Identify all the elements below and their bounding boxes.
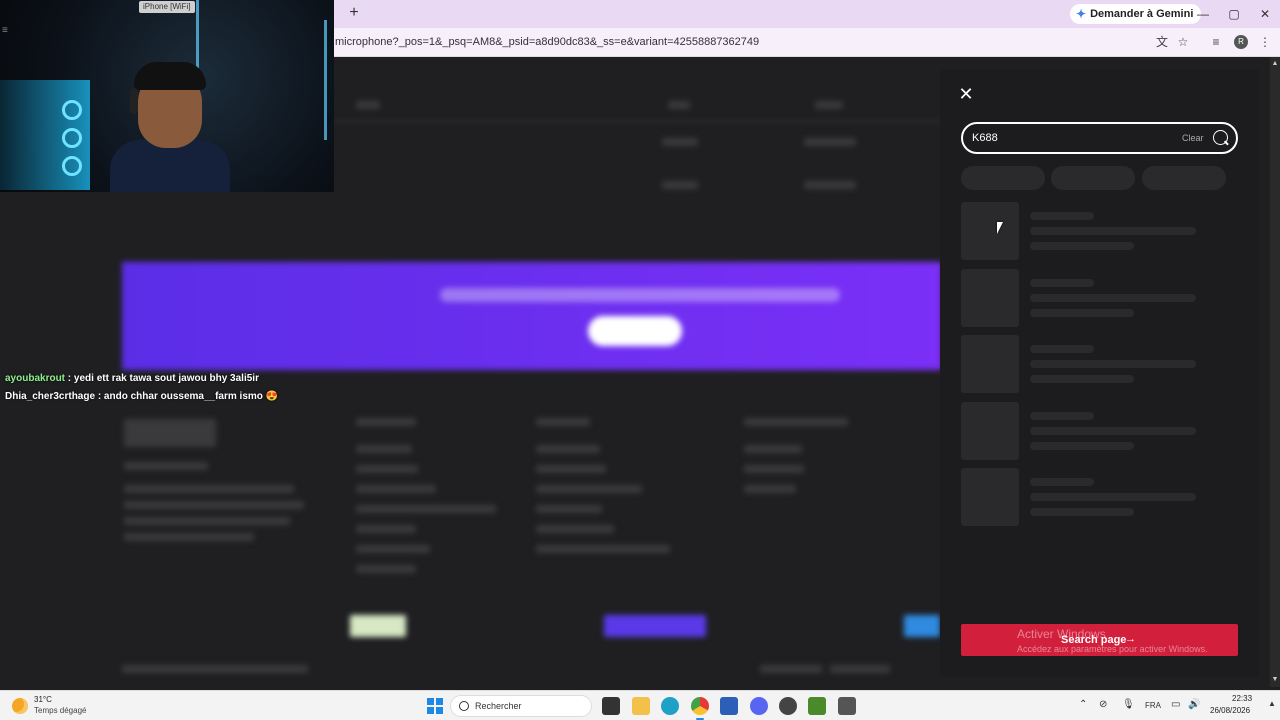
search-icon <box>459 701 469 711</box>
file-explorer-icon[interactable] <box>632 697 650 715</box>
tray-overflow-chevron-icon[interactable]: ⌃ <box>1079 699 1087 710</box>
scroll-down-arrow-icon[interactable]: ▼ <box>1270 675 1280 685</box>
gemini-star-icon: ✦ <box>1076 7 1087 21</box>
promo-banner <box>122 262 942 370</box>
ask-gemini-label: Demander à Gemini <box>1090 8 1194 20</box>
discord-icon[interactable] <box>750 697 768 715</box>
search-icon[interactable] <box>1213 130 1228 145</box>
mouse-cursor-icon <box>997 222 1009 234</box>
weather-temperature[interactable]: 31°C <box>34 695 52 704</box>
chat-message: Dhia_cher3crthage : ando chhar oussema__… <box>5 391 278 402</box>
chat-message: ayoubakrout : yedi ett rak tawa sout jaw… <box>5 373 259 384</box>
translate-icon[interactable]: 文 <box>1154 34 1170 50</box>
task-view-icon[interactable] <box>602 697 620 715</box>
new-tab-button[interactable]: + <box>346 5 362 21</box>
search-input[interactable]: K688 Clear <box>961 122 1238 154</box>
minecraft-icon[interactable] <box>808 697 826 715</box>
windows-taskbar: 31°C Temps dégagé Rechercher ⌃ ⊘ 🎙 FRA ▭… <box>0 690 1280 720</box>
windows-start-icon[interactable] <box>427 698 443 714</box>
promo-banner-text <box>440 288 840 302</box>
taskbar-search-input[interactable]: Rechercher <box>450 695 592 717</box>
webcam-overlay: iPhone [WiFi] <box>0 0 334 192</box>
ask-gemini-button[interactable]: ✦ Demander à Gemini <box>1070 4 1202 24</box>
more-menu-icon[interactable]: ⋮ <box>1257 34 1273 50</box>
clock-time[interactable]: 22:33 <box>1232 694 1252 703</box>
filter-chip-placeholder <box>1051 166 1135 190</box>
url-field[interactable]: microphone?_pos=1&_psq=AM8&_psid=a8d90dc… <box>335 36 759 48</box>
weather-description[interactable]: Temps dégagé <box>34 706 86 715</box>
close-icon[interactable]: ✕ <box>958 85 974 103</box>
headset-image <box>130 88 138 114</box>
edge-browser-icon[interactable] <box>661 697 679 715</box>
webcam-device-label: iPhone [WiFi] <box>139 1 195 13</box>
microsoft-store-icon[interactable] <box>720 697 738 715</box>
filter-chip-placeholder <box>961 166 1045 190</box>
clock-date[interactable]: 26/08/2026 <box>1210 706 1250 715</box>
chat-text: : ando chhar oussema__farm ismo 😍 <box>95 391 279 402</box>
volume-icon[interactable]: 🔊 <box>1188 699 1200 710</box>
filter-chip-placeholder <box>1142 166 1226 190</box>
app-icon[interactable] <box>838 697 856 715</box>
activation-watermark-title: Activer Windows <box>1017 627 1106 641</box>
page-scrollbar[interactable]: ▲ ▼ <box>1270 57 1280 687</box>
chat-text: : yedi ett rak tawa sout jawou bhy 3ali5… <box>65 373 259 384</box>
minimize-button[interactable]: — <box>1188 4 1218 24</box>
chrome-browser-icon[interactable] <box>691 697 709 715</box>
person-hair-image <box>134 62 206 90</box>
network-off-icon[interactable]: ⊘ <box>1099 699 1107 710</box>
maximize-button[interactable]: ▢ <box>1219 4 1249 24</box>
notification-bell-icon[interactable]: ▲ <box>1268 699 1276 708</box>
bookmark-star-icon[interactable]: ☆ <box>1175 34 1191 50</box>
chat-username: ayoubakrout <box>5 373 66 384</box>
search-panel: ✕ K688 Clear Search page → <box>940 69 1259 677</box>
media-controls-icon[interactable]: ≡ <box>1208 34 1224 50</box>
microphone-icon[interactable]: 🎙 <box>1122 699 1135 710</box>
language-indicator[interactable]: FRA <box>1145 701 1161 710</box>
promo-banner-button[interactable] <box>588 316 682 346</box>
profile-avatar[interactable]: R <box>1234 35 1248 49</box>
chat-username: Dhia_cher3crthage <box>5 391 96 402</box>
weather-moon-icon[interactable] <box>12 698 28 714</box>
close-window-button[interactable]: ✕ <box>1250 4 1280 24</box>
display-icon[interactable]: ▭ <box>1171 699 1180 710</box>
hamburger-menu-icon[interactable]: ≡ <box>2 26 16 36</box>
scroll-up-arrow-icon[interactable]: ▲ <box>1270 59 1280 69</box>
clear-button[interactable]: Clear <box>1182 133 1204 143</box>
search-query: K688 <box>972 132 998 144</box>
obs-icon[interactable] <box>779 697 797 715</box>
taskbar-search-placeholder: Rechercher <box>475 701 522 711</box>
activation-watermark-subtitle: Accédez aux paramètres pour activer Wind… <box>1017 644 1208 654</box>
